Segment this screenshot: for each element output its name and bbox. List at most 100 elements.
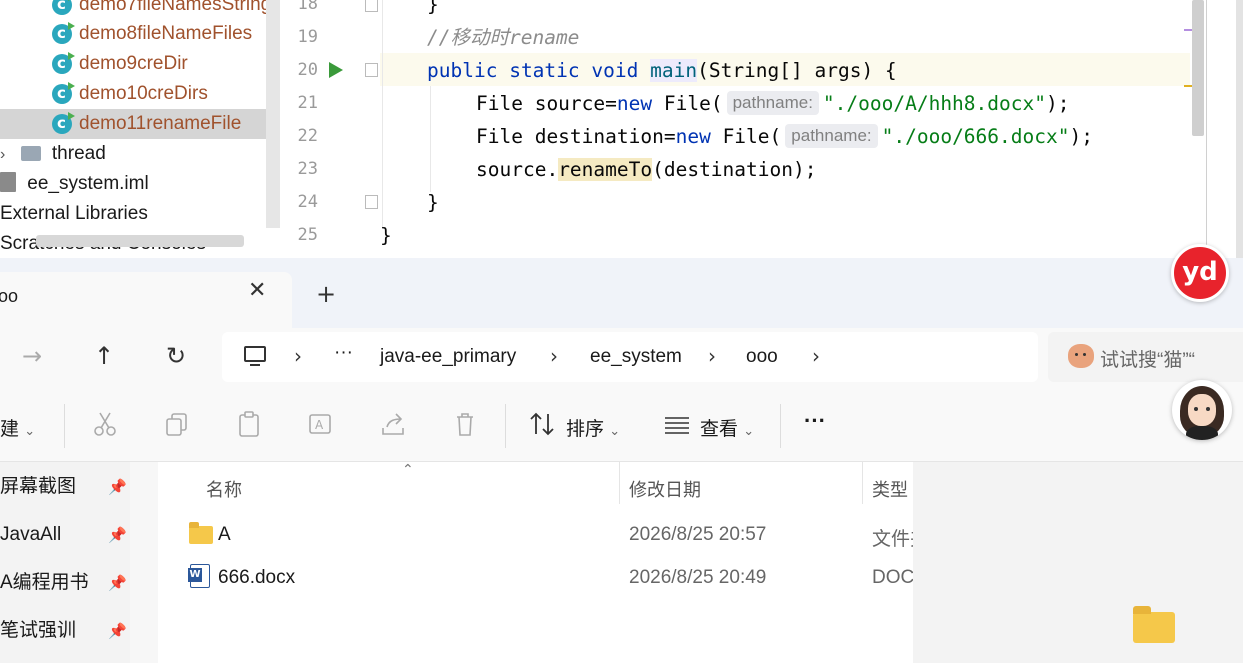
breadcrumb-ooo[interactable]: ooo <box>746 346 778 368</box>
refresh-icon[interactable]: ↻ <box>166 342 186 370</box>
pin-icon[interactable]: 📌 <box>108 526 127 544</box>
quick-access-books[interactable]: A编程用书 <box>0 568 89 598</box>
delete-icon[interactable] <box>451 410 479 438</box>
line-number: 22 <box>297 126 318 146</box>
file-row-666-docx[interactable]: 666.docx 2026/8/25 20:49 DOCX <box>158 559 914 595</box>
line-number: 19 <box>297 27 318 47</box>
new-tab-button[interactable]: + <box>316 280 336 308</box>
rename-icon[interactable]: A <box>307 410 335 438</box>
code-line-21: File source=new File(pathname: "./ooo/A/h… <box>476 91 1070 115</box>
code-line-18: } <box>427 0 439 16</box>
folder-icon <box>189 522 213 544</box>
line-number: 20 <box>297 60 318 80</box>
line-number: 25 <box>297 225 318 245</box>
forward-arrow-icon[interactable]: → <box>22 342 42 370</box>
parameter-hint: pathname: <box>785 124 878 148</box>
line-number: 18 <box>297 0 318 14</box>
tree-item-external-libraries[interactable]: External Libraries <box>0 199 148 229</box>
quick-access-training[interactable]: 笔试强训 <box>0 616 76 646</box>
pin-icon[interactable]: 📌 <box>108 574 127 592</box>
java-class-icon <box>52 18 75 48</box>
sort-icon[interactable] <box>528 410 556 438</box>
package-folder-icon <box>20 146 41 161</box>
tree-item-iml[interactable]: ee_system.iml <box>0 169 149 199</box>
explorer-tab-bar: ooo ✕ + <box>0 258 1243 328</box>
breadcrumb-ee-system[interactable]: ee_system <box>590 346 682 368</box>
fold-marker-icon[interactable] <box>365 195 378 209</box>
details-pane <box>913 462 1243 663</box>
view-list-icon[interactable] <box>663 410 691 438</box>
project-tree: demo7fileNamesString demo8fileNameFiles … <box>0 0 280 258</box>
tree-horizontal-scrollbar[interactable] <box>36 235 244 247</box>
tree-item-demo9[interactable]: demo9creDir <box>52 48 188 79</box>
java-class-icon <box>52 78 75 108</box>
line-number: 23 <box>297 159 318 179</box>
pane-divider[interactable] <box>130 462 158 663</box>
iml-file-icon <box>0 172 16 192</box>
folder-preview-icon <box>1133 606 1175 643</box>
command-bar: 建 ⌄ A 排序 ⌄ 查看 ⌄ ··· <box>0 388 1243 462</box>
tab-ooo[interactable]: ooo ✕ <box>0 272 292 328</box>
up-arrow-icon[interactable]: ↑ <box>94 342 114 370</box>
chevron-right-icon[interactable]: › <box>0 146 5 163</box>
navigation-pane: 屏幕截图 📌 JavaAll 📌 A编程用书 📌 笔试强训 📌 <box>0 462 130 663</box>
address-box[interactable]: › ··· java-ee_primary › ee_system › ooo … <box>222 332 1038 382</box>
search-input[interactable]: 试试搜“猫”“ <box>1100 345 1195 372</box>
tree-item-demo11-selected[interactable]: demo11renameFile <box>0 108 266 139</box>
paste-icon[interactable] <box>235 410 263 438</box>
java-class-icon <box>52 48 75 78</box>
close-icon[interactable]: ✕ <box>248 278 266 303</box>
code-line-19: //移动时rename <box>427 26 580 49</box>
breadcrumb-java-ee-primary[interactable]: java-ee_primary <box>380 346 516 368</box>
outer-scrollbar[interactable] <box>1236 0 1243 258</box>
fold-marker-icon[interactable] <box>365 0 378 12</box>
tree-item-demo8[interactable]: demo8fileNameFiles <box>52 18 252 49</box>
breadcrumb-more[interactable]: ··· <box>334 342 353 364</box>
code-line-23: source.renameTo(destination); <box>476 158 817 181</box>
panel-divider <box>1206 0 1207 258</box>
tree-item-demo10[interactable]: demo10creDirs <box>52 78 208 109</box>
file-explorer-window: ooo ✕ + → ↑ ↻ › ··· java-ee_primary › ee… <box>0 258 1243 663</box>
java-class-icon <box>52 0 75 19</box>
cut-icon[interactable] <box>91 410 119 438</box>
java-class-icon <box>52 108 75 138</box>
chevron-right-icon[interactable]: › <box>812 344 820 368</box>
quick-access-javaall[interactable]: JavaAll <box>0 520 61 550</box>
assistant-avatar[interactable] <box>1172 380 1232 440</box>
view-button[interactable]: 查看 ⌄ <box>700 414 754 441</box>
tree-vertical-scrollbar[interactable] <box>266 0 280 228</box>
fold-marker-icon[interactable] <box>365 63 378 77</box>
sort-button[interactable]: 排序 ⌄ <box>566 414 620 441</box>
sort-ascending-icon: ⌃ <box>402 462 414 478</box>
computer-stand <box>250 364 260 366</box>
code-line-24: } <box>427 191 439 214</box>
run-main-icon[interactable] <box>329 62 343 78</box>
chevron-right-icon[interactable]: › <box>294 344 302 368</box>
share-icon[interactable] <box>379 410 407 438</box>
column-header-type[interactable]: 类型 <box>872 476 908 502</box>
ide-window: demo7fileNamesString demo8fileNameFiles … <box>0 0 1243 258</box>
chevron-right-icon[interactable]: › <box>708 344 716 368</box>
column-header-modified[interactable]: 修改日期 <box>629 476 701 502</box>
computer-icon[interactable] <box>244 346 266 362</box>
address-bar-row: → ↑ ↻ › ··· java-ee_primary › ee_system … <box>0 328 1243 388</box>
parameter-hint: pathname: <box>726 91 819 115</box>
svg-text:A: A <box>315 418 324 432</box>
code-editor[interactable]: } //移动时rename public static void main(St… <box>380 0 1190 258</box>
search-box[interactable]: 试试搜“猫”“ <box>1048 332 1243 382</box>
quick-access-screenshots[interactable]: 屏幕截图 <box>0 472 76 502</box>
new-button[interactable]: 建 ⌄ <box>0 414 35 441</box>
editor-scrollbar[interactable] <box>1192 0 1204 136</box>
copy-icon[interactable] <box>163 410 191 438</box>
more-options-button[interactable]: ··· <box>804 408 826 434</box>
dog-emoji-icon <box>1068 344 1094 368</box>
chevron-right-icon[interactable]: › <box>550 344 558 368</box>
youdao-logo-icon[interactable]: yd <box>1171 244 1229 302</box>
tree-item-thread[interactable]: › thread <box>0 139 106 169</box>
pin-icon[interactable]: 📌 <box>108 622 127 640</box>
tree-item-demo7[interactable]: demo7fileNamesString <box>52 0 271 20</box>
file-row-folder-a[interactable]: A 2026/8/25 20:57 文件夹 <box>158 516 914 552</box>
column-header-name[interactable]: 名称 <box>206 476 242 502</box>
code-line-25: } <box>380 224 392 247</box>
pin-icon[interactable]: 📌 <box>108 478 127 496</box>
